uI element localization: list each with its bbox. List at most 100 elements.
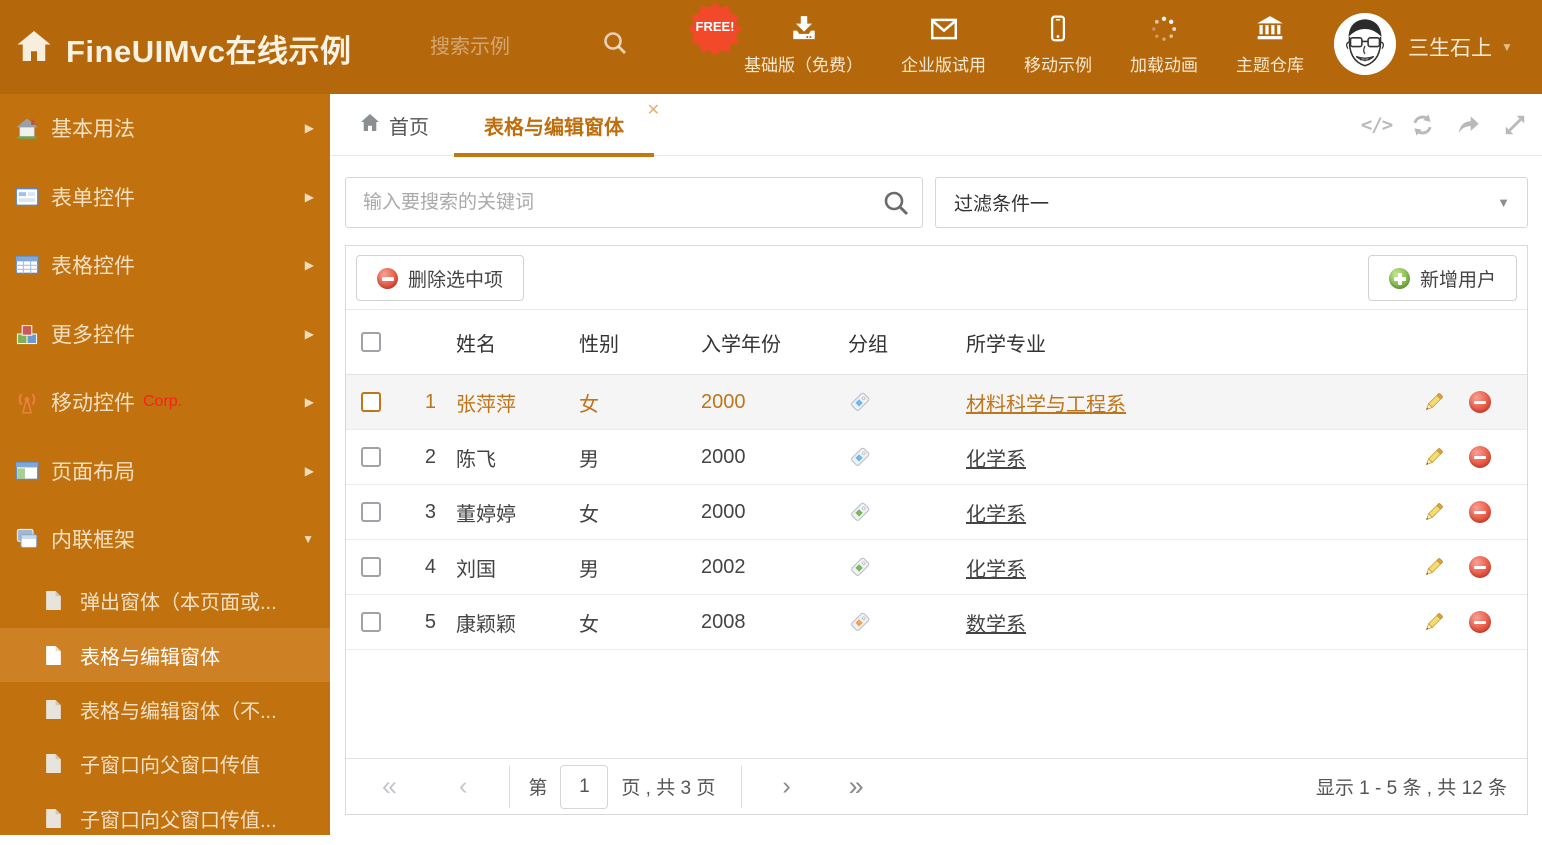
major-link[interactable]: 材料科学与工程系 [966,394,1126,416]
add-user-button[interactable]: 新增用户 [1367,255,1517,301]
chevron-right-icon: ▶ [304,258,314,273]
keyword-search-input[interactable] [345,177,923,228]
cell-gender: 女 [579,613,599,636]
antenna-icon [14,390,40,414]
chevron-down-icon: ▼ [302,532,314,547]
row-checkbox[interactable] [361,502,381,522]
sidebar-subitem-grid-edit-window[interactable]: 表格与编辑窗体 [0,627,330,683]
expand-icon [1505,115,1524,135]
tab-grid-edit-window[interactable]: 表格与编辑窗体 ✕ [448,94,660,157]
delete-icon[interactable] [1469,556,1491,578]
edit-icon[interactable] [1422,611,1445,634]
app-home-icon[interactable] [16,29,52,63]
cell-name: 董婷婷 [456,503,516,526]
page-count-label: 页 , 共 3 页 [621,778,716,799]
row-checkbox[interactable] [361,447,381,467]
chevron-right-icon: ▶ [304,395,314,410]
close-icon[interactable]: ✕ [647,103,660,119]
code-icon: </> [1360,114,1393,136]
button-label: 删除选中项 [408,269,504,291]
sidebar-item-label: 移动控件 [51,392,135,416]
row-index: 5 [424,610,436,633]
filter-dropdown[interactable]: 过滤条件一 ▼ [935,177,1528,228]
avatar[interactable] [1334,13,1396,75]
cell-year: 2000 [701,500,746,523]
page-number-input[interactable] [560,764,609,809]
edit-icon[interactable] [1422,391,1445,414]
mobile-icon [1042,13,1074,45]
share-button[interactable] [1455,112,1482,138]
nav-label: 基础版（免费） [744,56,863,75]
filter-dropdown-value: 过滤条件一 [954,194,1050,215]
delete-icon[interactable] [1469,391,1491,413]
nav-item-loading-animation[interactable]: 加载动画 [1130,13,1198,83]
sidebar-item-more-controls[interactable]: 更多控件 ▶ [0,300,330,369]
fullscreen-button[interactable] [1501,112,1528,138]
nav-item-enterprise-trial[interactable]: 企业版试用 [901,13,986,83]
delete-icon[interactable] [1469,501,1491,523]
sidebar-subitem-popup-window[interactable]: 弹出窗体（本页面或... [0,574,330,628]
file-icon [40,589,66,613]
sidebar-item-page-layout[interactable]: 页面布局 ▶ [0,437,330,506]
sidebar-item-basic-usage[interactable]: 基本用法 ▶ [0,94,330,163]
edit-icon[interactable] [1422,446,1445,469]
sidebar-item-mobile-controls[interactable]: 移动控件 Corp. ▶ [0,368,330,437]
last-page-button[interactable]: » [849,773,864,800]
major-link[interactable]: 数学系 [966,614,1026,636]
edit-icon[interactable] [1422,556,1445,579]
table-row[interactable]: 1 张萍萍 女 2000 材料科学与工程系 [346,375,1527,430]
view-source-button[interactable]: </> [1360,112,1393,138]
sidebar-subitem-label: 表格与编辑窗体（不... [80,700,277,723]
chevron-right-icon: ▶ [304,326,314,341]
table-icon [14,253,40,277]
delete-icon[interactable] [1469,446,1491,468]
form-icon [14,185,40,209]
select-all-checkbox[interactable] [361,332,381,352]
sidebar-subitem-label: 子窗口向父窗口传值 [80,755,260,778]
nav-item-mobile-demo[interactable]: 移动示例 [1024,13,1092,83]
delete-selected-button[interactable]: 删除选中项 [356,255,525,301]
major-link[interactable]: 化学系 [966,449,1026,471]
sidebar-item-grid-controls[interactable]: 表格控件 ▶ [0,231,330,300]
major-link[interactable]: 化学系 [966,559,1026,581]
table-row[interactable]: 5 康颖颖 女 2008 数学系 [346,595,1527,650]
delete-icon[interactable] [1469,611,1491,633]
sidebar-item-form-controls[interactable]: 表单控件 ▶ [0,163,330,232]
sidebar-subitem-child-to-parent[interactable]: 子窗口向父窗口传值 [0,737,330,791]
table-row[interactable]: 3 董婷婷 女 2000 化学系 [346,485,1527,540]
prev-page-button[interactable]: ‹ [459,774,467,799]
sidebar-subitem-child-to-parent-2[interactable]: 子窗口向父窗口传值... [0,791,330,845]
next-page-button[interactable]: › [782,774,790,799]
search-icon[interactable] [602,30,628,56]
row-checkbox[interactable] [361,557,381,577]
chevron-down-icon: ▼ [1501,40,1513,54]
row-checkbox[interactable] [361,612,381,632]
tag-icon [848,390,872,414]
sidebar-subitem-grid-edit-window-2[interactable]: 表格与编辑窗体（不... [0,682,330,736]
frames-icon [14,527,40,551]
table-row[interactable]: 2 陈飞 男 2000 化学系 [346,430,1527,485]
nav-item-basic-free[interactable]: 基础版（免费） [744,13,863,83]
nav-item-theme-store[interactable]: 主题仓库 [1236,13,1304,83]
major-link[interactable]: 化学系 [966,504,1026,526]
search-icon[interactable] [882,189,910,217]
cell-gender: 男 [579,448,599,471]
tag-icon [848,500,872,524]
user-menu[interactable]: 三生石上 ▼ [1408,32,1513,62]
main-content: 首页 表格与编辑窗体 ✕ </> 过滤条件一 ▼ [330,94,1542,835]
app-header: FineUIMvc在线示例 FREE! 基础版（免费） 企业版试用 移动示例 [0,0,1542,94]
table-row[interactable]: 4 刘国 男 2002 化学系 [346,540,1527,595]
free-badge-label: FREE! [695,19,735,34]
sidebar: 基本用法 ▶ 表单控件 ▶ 表格控件 ▶ 更多控件 ▶ 移动控件 Corp. ▶ [0,94,330,835]
first-page-button[interactable]: « [382,773,397,800]
sidebar-item-iframe[interactable]: 内联框架 ▼ [0,505,330,574]
refresh-button[interactable] [1409,112,1436,138]
tab-home[interactable]: 首页 [360,94,429,156]
sidebar-subitem-label: 表格与编辑窗体 [80,646,220,669]
file-icon [40,643,66,667]
user-grid-panel: 删除选中项 新增用户 姓名 性别 入学年份 分组 所学专业 1 张萍萍 女 20… [345,245,1528,815]
edit-icon[interactable] [1422,501,1445,524]
row-checkbox[interactable] [361,392,381,412]
header-search-input[interactable] [430,28,595,66]
row-index: 3 [424,500,436,523]
